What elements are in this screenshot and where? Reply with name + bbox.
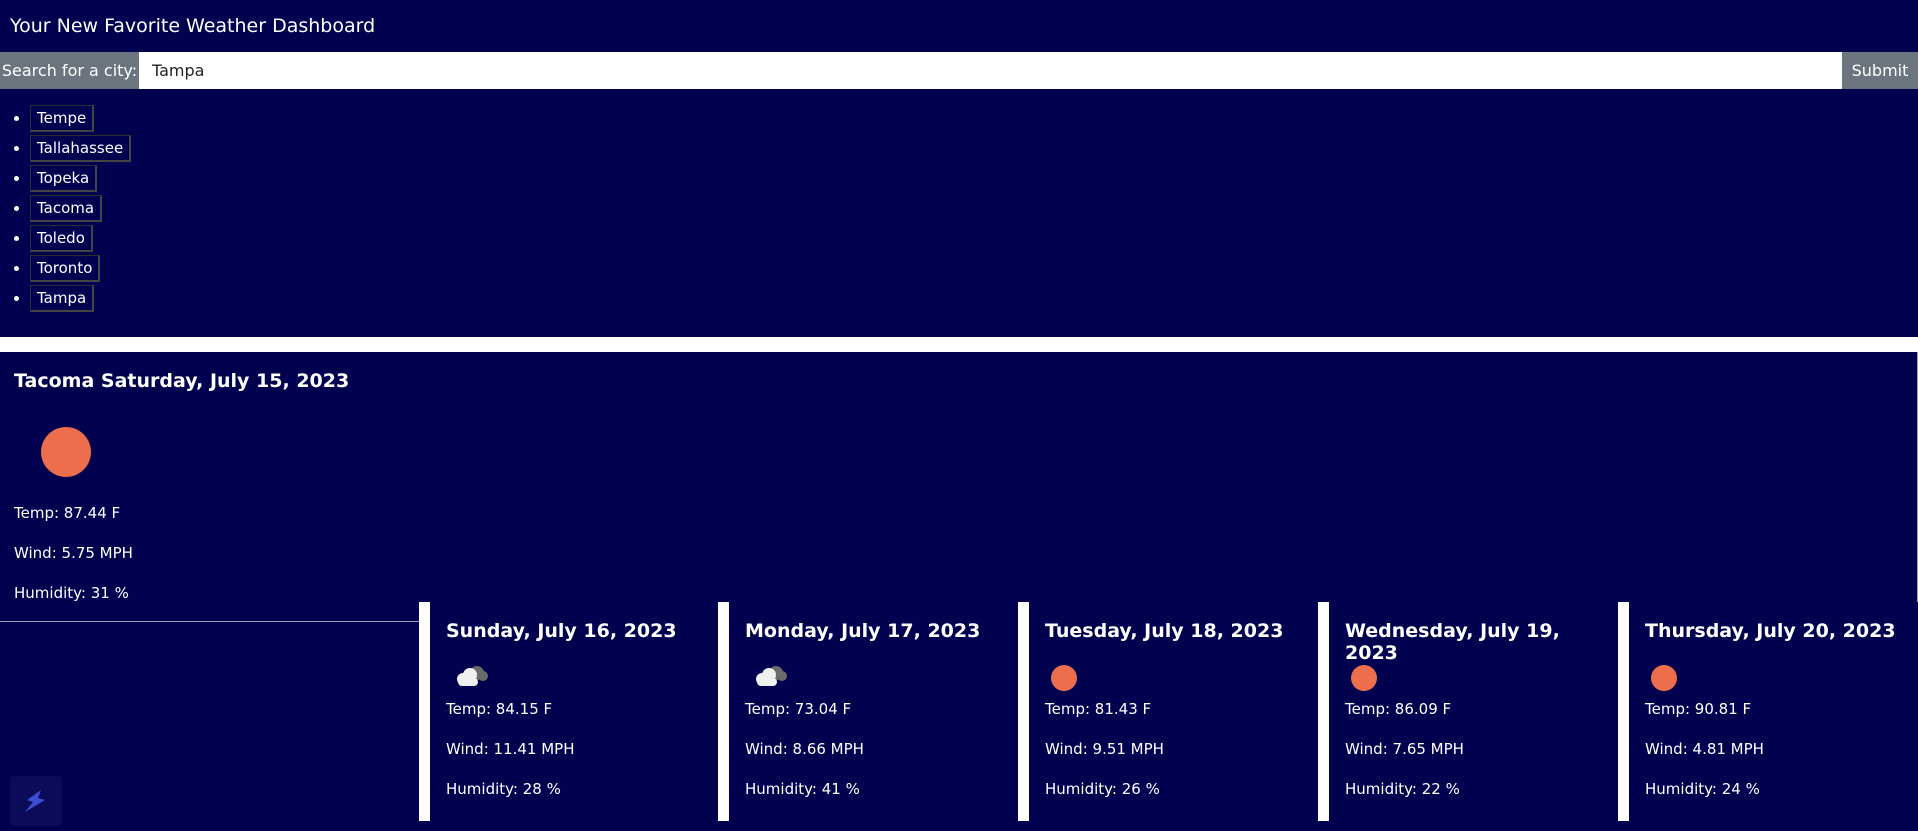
five-day-forecast: Sunday, July 16, 2023 Temp: 84.15 F Wind…	[419, 602, 1918, 821]
forecast-wind: Wind: 8.66 MPH	[745, 740, 864, 758]
forecast-wind: Wind: 4.81 MPH	[1645, 740, 1764, 758]
forecast-card: Wednesday, July 19, 2023 Temp: 86.09 F W…	[1329, 602, 1618, 821]
forecast-humidity: Humidity: 28 %	[446, 780, 561, 798]
forecast-card: Thursday, July 20, 2023 Temp: 90.81 F Wi…	[1629, 602, 1918, 821]
sun-icon	[41, 427, 91, 477]
sun-icon	[1651, 665, 1677, 691]
forecast-date: Monday, July 17, 2023	[745, 620, 981, 642]
sun-icon	[1051, 665, 1077, 691]
history-item: Tempe	[30, 105, 1918, 135]
history-city-button[interactable]: Tacoma	[30, 195, 103, 222]
current-weather-panel: Tacoma Saturday, July 15, 2023 Temp: 87.…	[0, 352, 1918, 622]
extension-logo-icon[interactable]	[10, 776, 62, 826]
forecast-temp: Temp: 73.04 F	[745, 700, 852, 718]
forecast-card: Tuesday, July 18, 2023 Temp: 81.43 F Win…	[1029, 602, 1318, 821]
forecast-date: Sunday, July 16, 2023	[446, 620, 677, 642]
current-wind: Wind: 5.75 MPH	[14, 544, 133, 562]
history-item: Toledo	[30, 225, 1918, 255]
page-title: Your New Favorite Weather Dashboard	[10, 15, 376, 37]
forecast-wind: Wind: 7.65 MPH	[1345, 740, 1464, 758]
history-item: Tallahassee	[30, 135, 1918, 165]
forecast-humidity: Humidity: 24 %	[1645, 780, 1760, 798]
current-temp: Temp: 87.44 F	[14, 504, 121, 522]
forecast-wind: Wind: 9.51 MPH	[1045, 740, 1164, 758]
sun-icon	[1351, 665, 1377, 691]
page-header: Your New Favorite Weather Dashboard	[0, 0, 1918, 52]
cloud-icon	[457, 666, 488, 686]
forecast-humidity: Humidity: 41 %	[745, 780, 860, 798]
history-item: Tampa	[30, 285, 1918, 315]
history-city-button[interactable]: Tempe	[30, 105, 95, 132]
forecast-temp: Temp: 86.09 F	[1345, 700, 1452, 718]
city-search-input[interactable]	[139, 52, 1842, 89]
search-form: Search for a city: Submit	[0, 52, 1918, 89]
forecast-temp: Temp: 90.81 F	[1645, 700, 1752, 718]
forecast-wind: Wind: 11.41 MPH	[446, 740, 575, 758]
history-city-button[interactable]: Tallahassee	[30, 135, 132, 162]
section-divider	[0, 337, 1918, 352]
current-humidity: Humidity: 31 %	[14, 584, 129, 602]
forecast-humidity: Humidity: 26 %	[1045, 780, 1160, 798]
forecast-card: Sunday, July 16, 2023 Temp: 84.15 F Wind…	[430, 602, 718, 821]
search-label: Search for a city:	[0, 52, 139, 89]
history-item: Tacoma	[30, 195, 1918, 225]
forecast-date: Tuesday, July 18, 2023	[1045, 620, 1284, 642]
forecast-temp: Temp: 81.43 F	[1045, 700, 1152, 718]
history-item: Topeka	[30, 165, 1918, 195]
cloud-icon	[756, 666, 787, 686]
current-city-title: Tacoma Saturday, July 15, 2023	[14, 370, 350, 392]
forecast-date: Wednesday, July 19, 2023	[1345, 620, 1560, 664]
forecast-card: Monday, July 17, 2023 Temp: 73.04 F Wind…	[729, 602, 1018, 821]
history-city-button[interactable]: Toronto	[30, 255, 101, 282]
slash-logo-icon	[25, 790, 45, 812]
search-history-list: Tempe Tallahassee Topeka Tacoma Toledo T…	[0, 89, 1918, 337]
history-item: Toronto	[30, 255, 1918, 285]
history-city-button[interactable]: Tampa	[30, 285, 95, 312]
submit-button[interactable]: Submit	[1842, 52, 1918, 89]
forecast-temp: Temp: 84.15 F	[446, 700, 553, 718]
history-city-button[interactable]: Toledo	[30, 225, 93, 252]
history-city-button[interactable]: Topeka	[30, 165, 98, 192]
forecast-date: Thursday, July 20, 2023	[1645, 620, 1896, 642]
forecast-humidity: Humidity: 22 %	[1345, 780, 1460, 798]
